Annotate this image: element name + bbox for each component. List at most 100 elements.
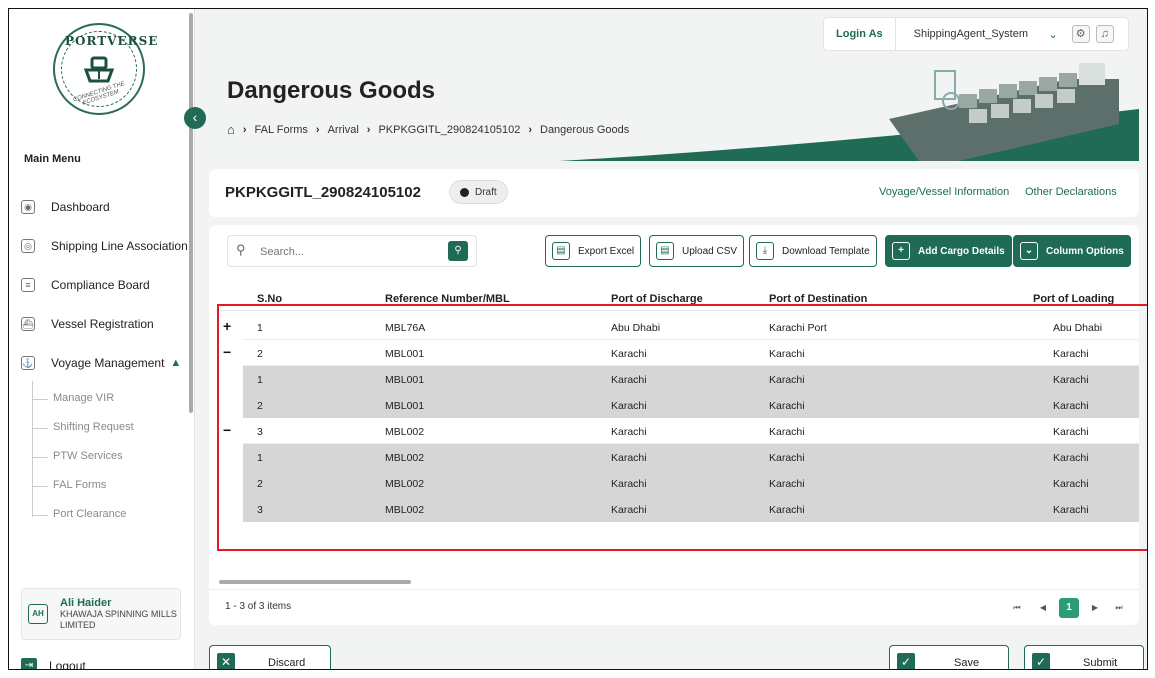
button-label: Add Cargo Details bbox=[918, 245, 1005, 257]
bell-icon[interactable]: ♫ bbox=[1095, 25, 1114, 43]
sidebar-collapse-button[interactable]: ‹ bbox=[184, 107, 206, 129]
cell-port-of-discharge: Karachi bbox=[611, 426, 647, 438]
add-cargo-details-button[interactable]: + Add Cargo Details bbox=[885, 235, 1012, 267]
cell-sno: 1 bbox=[257, 452, 263, 464]
breadcrumb-item[interactable]: Arrival bbox=[328, 124, 359, 136]
page-title: Dangerous Goods bbox=[227, 77, 436, 104]
row-background bbox=[243, 340, 1139, 366]
save-button[interactable]: ✓ Save bbox=[889, 645, 1009, 669]
reference-number: PKPKGGITL_290824105102 bbox=[225, 184, 421, 201]
column-header[interactable]: Port of Destination bbox=[769, 293, 867, 305]
submenu-item-ptw-services[interactable]: PTW Services bbox=[32, 450, 123, 462]
prev-page-icon[interactable]: ◀ bbox=[1035, 600, 1051, 616]
table-row[interactable]: − 3 MBL002 Karachi Karachi Karachi bbox=[215, 418, 1139, 444]
sidebar: PORTVERSE CONNECTING THE ECOSYSTEM ‹ Mai… bbox=[9, 9, 206, 670]
expand-icon[interactable]: + bbox=[223, 319, 235, 334]
table-header: S.No Reference Number/MBL Port of Discha… bbox=[215, 287, 1139, 311]
button-label: Save bbox=[954, 657, 980, 669]
avatar: AH bbox=[28, 604, 48, 624]
horizontal-scrollbar[interactable] bbox=[219, 580, 411, 584]
logout-icon: ⇥ bbox=[21, 658, 37, 669]
voyage-vessel-info-link[interactable]: Voyage/Vessel Information bbox=[879, 186, 1009, 198]
cell-port-of-loading: Karachi bbox=[1053, 400, 1089, 412]
download-template-button[interactable]: ⤓ Download Template bbox=[749, 235, 877, 267]
logout-label: Logout bbox=[49, 659, 86, 670]
cell-sno: 1 bbox=[257, 322, 263, 334]
home-icon[interactable]: ⌂ bbox=[227, 122, 235, 137]
page-number-button[interactable]: 1 bbox=[1059, 598, 1079, 618]
pagination-bar: 1 - 3 of 3 items ⏮ ◀ 1 ▶ ⏭ bbox=[209, 589, 1139, 625]
collapse-icon[interactable]: − bbox=[223, 423, 235, 438]
table-child-row[interactable]: 2 MBL002 Karachi Karachi Karachi bbox=[215, 470, 1139, 496]
row-background bbox=[243, 496, 1139, 522]
reference-panel: PKPKGGITL_290824105102 Draft Voyage/Vess… bbox=[209, 169, 1139, 217]
button-label: Submit bbox=[1083, 657, 1118, 669]
column-header[interactable]: Port of Loading bbox=[1033, 293, 1114, 305]
search-button[interactable]: ⚲ bbox=[448, 241, 468, 261]
cell-port-of-loading: Karachi bbox=[1053, 374, 1089, 386]
sidebar-item-shipping-line-association[interactable]: ◎ Shipping Line Association bbox=[21, 234, 188, 258]
collapse-icon[interactable]: − bbox=[223, 345, 235, 360]
plus-icon: + bbox=[892, 242, 910, 260]
cell-port-of-discharge: Karachi bbox=[611, 452, 647, 464]
last-page-icon[interactable]: ⏭ bbox=[1111, 600, 1127, 616]
table-child-row[interactable]: 1 MBL001 Karachi Karachi Karachi bbox=[215, 366, 1139, 392]
cell-port-of-discharge: Karachi bbox=[611, 400, 647, 412]
sidebar-item-label: Voyage Management bbox=[51, 356, 165, 370]
role-value: ShippingAgent_System bbox=[913, 28, 1029, 40]
sidebar-item-voyage-management[interactable]: ⚓ Voyage Management ▲ bbox=[21, 351, 181, 375]
sidebar-scrollbar[interactable] bbox=[189, 13, 193, 413]
user-company: KHAWAJA SPINNING MILLS LIMITED bbox=[60, 609, 177, 630]
sidebar-item-compliance-board[interactable]: ≡ Compliance Board bbox=[21, 273, 150, 297]
export-excel-button[interactable]: ▤ Export Excel bbox=[545, 235, 642, 267]
search-input[interactable] bbox=[260, 242, 440, 262]
column-header[interactable]: S.No bbox=[257, 293, 282, 305]
column-options-button[interactable]: ⌄ Column Options bbox=[1013, 235, 1131, 267]
close-icon: ✕ bbox=[217, 653, 235, 669]
row-background bbox=[243, 366, 1139, 392]
cell-reference: MBL002 bbox=[385, 478, 425, 490]
chevron-right-icon: › bbox=[315, 123, 320, 136]
logout-button[interactable]: ⇥ Logout bbox=[21, 658, 86, 670]
submit-button[interactable]: ✓ Submit bbox=[1024, 645, 1144, 669]
upload-csv-button[interactable]: ▤ Upload CSV bbox=[649, 235, 745, 267]
logo-brand: PORTVERSE bbox=[65, 34, 159, 48]
submenu-item-port-clearance[interactable]: Port Clearance bbox=[31, 508, 126, 520]
table-child-row[interactable]: 2 MBL001 Karachi Karachi Karachi bbox=[215, 392, 1139, 418]
cell-port-of-loading: Karachi bbox=[1053, 348, 1089, 360]
button-label: Discard bbox=[268, 657, 306, 669]
cargo-ship-illustration bbox=[559, 63, 1139, 161]
submenu-item-fal-forms[interactable]: FAL Forms bbox=[31, 479, 106, 491]
portverse-logo[interactable]: PORTVERSE CONNECTING THE ECOSYSTEM bbox=[53, 23, 159, 115]
row-background bbox=[243, 470, 1139, 496]
sidebar-item-label: Dashboard bbox=[51, 200, 110, 214]
row-background bbox=[243, 418, 1139, 444]
other-declarations-link[interactable]: Other Declarations bbox=[1025, 186, 1117, 198]
breadcrumb-item[interactable]: FAL Forms bbox=[255, 124, 308, 136]
cell-reference: MBL76A bbox=[385, 322, 426, 334]
discard-button[interactable]: ✕ Discard bbox=[209, 645, 331, 669]
chevron-down-icon: ⌄ bbox=[1020, 242, 1038, 260]
submenu-item-shifting-request[interactable]: Shifting Request bbox=[32, 421, 134, 433]
sidebar-item-vessel-registration[interactable]: ⛴ Vessel Registration bbox=[21, 312, 154, 336]
table-child-row[interactable]: 1 MBL002 Karachi Karachi Karachi bbox=[215, 444, 1139, 470]
next-page-icon[interactable]: ▶ bbox=[1087, 600, 1103, 616]
settings-icon[interactable]: ⚙ bbox=[1071, 25, 1090, 43]
column-header[interactable]: Port of Discharge bbox=[611, 293, 703, 305]
table-row[interactable]: + 1 MBL76A Abu Dhabi Karachi Port Abu Dh… bbox=[215, 314, 1139, 340]
sidebar-item-dashboard[interactable]: ◉ Dashboard bbox=[21, 195, 110, 219]
breadcrumb-item[interactable]: PKPKGGITL_290824105102 bbox=[378, 124, 520, 136]
table-row[interactable]: − 2 MBL001 Karachi Karachi Karachi bbox=[215, 340, 1139, 366]
user-card[interactable]: AH Ali Haider KHAWAJA SPINNING MILLS LIM… bbox=[21, 588, 181, 640]
cell-sno: 3 bbox=[257, 426, 263, 438]
table-child-row[interactable]: 3 MBL002 Karachi Karachi Karachi bbox=[215, 496, 1139, 522]
first-page-icon[interactable]: ⏮ bbox=[1009, 600, 1025, 616]
role-select[interactable]: ShippingAgent_System ⌄ bbox=[896, 28, 1066, 41]
search-box: ⚲ ⚲ bbox=[227, 235, 477, 267]
column-header[interactable]: Reference Number/MBL bbox=[385, 293, 510, 305]
submenu-item-manage-vir[interactable]: Manage VIR bbox=[31, 392, 114, 404]
login-as-label: Login As bbox=[824, 18, 896, 50]
cell-reference: MBL001 bbox=[385, 374, 425, 386]
chevron-right-icon: › bbox=[528, 123, 532, 136]
status-badge: Draft bbox=[449, 180, 508, 204]
